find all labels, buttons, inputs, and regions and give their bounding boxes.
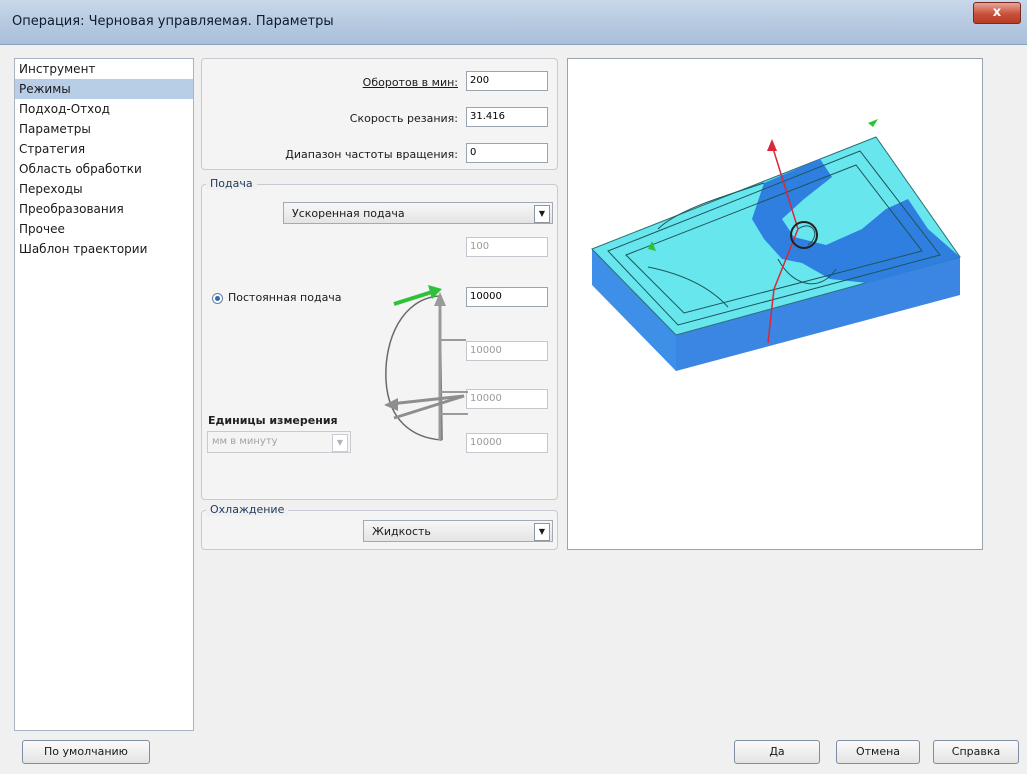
- settings-nav-list: Инструмент Режимы Подход-Отход Параметры…: [14, 58, 194, 731]
- feed-diagram-retract-arrowhead: [384, 398, 398, 411]
- cutting-speed-label: Скорость резания:: [349, 112, 458, 125]
- constant-feed-label: Постоянная подача: [228, 291, 342, 304]
- chevron-down-icon[interactable]: ▼: [534, 205, 550, 223]
- nav-item-machining-area[interactable]: Область обработки: [15, 159, 193, 179]
- nav-item-other[interactable]: Прочее: [15, 219, 193, 239]
- cooling-value: Жидкость: [372, 525, 431, 538]
- help-button[interactable]: Справка: [933, 740, 1019, 764]
- nav-item-modes[interactable]: Режимы: [15, 79, 193, 99]
- close-button[interactable]: x: [973, 2, 1021, 24]
- feed-group-title: Подача: [206, 177, 257, 190]
- units-dropdown[interactable]: мм в минуту ▼: [207, 431, 351, 453]
- close-icon: x: [992, 5, 1002, 20]
- rpm-label: Оборотов в мин:: [362, 76, 458, 89]
- window-title: Операция: Черновая управляемая. Параметр…: [12, 14, 334, 29]
- chevron-down-icon[interactable]: ▼: [332, 434, 348, 452]
- nav-item-transitions[interactable]: Переходы: [15, 179, 193, 199]
- toolpath-3d-model: [591, 119, 961, 371]
- cutting-speed-field[interactable]: [466, 107, 548, 127]
- cancel-button[interactable]: Отмена: [836, 740, 920, 764]
- default-button[interactable]: По умолчанию: [22, 740, 150, 764]
- speed-range-field[interactable]: [466, 143, 548, 163]
- feed-type-value: Ускоренная подача: [292, 207, 405, 220]
- nav-item-approach-retract[interactable]: Подход-Отход: [15, 99, 193, 119]
- constant-feed-radio[interactable]: [212, 293, 223, 304]
- speed-range-label: Диапазон частоты вращения:: [285, 148, 458, 161]
- rapid-feed-field[interactable]: [466, 237, 548, 257]
- toolpath-preview: [567, 58, 983, 550]
- units-label: Единицы измерения: [208, 414, 338, 427]
- rpm-field[interactable]: [466, 71, 548, 91]
- toolpath-dir-arrow-1: [868, 119, 878, 127]
- nav-item-parameters[interactable]: Параметры: [15, 119, 193, 139]
- ok-button[interactable]: Да: [734, 740, 820, 764]
- nav-item-path-template[interactable]: Шаблон траектории: [15, 239, 193, 259]
- cooling-dropdown[interactable]: Жидкость ▼: [363, 520, 553, 542]
- nav-item-transformations[interactable]: Преобразования: [15, 199, 193, 219]
- chevron-down-icon[interactable]: ▼: [534, 523, 550, 541]
- units-value: мм в минуту: [212, 436, 278, 447]
- feed-diagram: [384, 285, 468, 441]
- feed-type-dropdown[interactable]: Ускоренная подача ▼: [283, 202, 553, 224]
- cooling-group-title: Охлаждение: [206, 503, 289, 516]
- nav-item-strategy[interactable]: Стратегия: [15, 139, 193, 159]
- nav-item-tool[interactable]: Инструмент: [15, 59, 193, 79]
- toolpath-arrowhead: [767, 139, 777, 151]
- title-bar: Операция: Черновая управляемая. Параметр…: [0, 0, 1027, 45]
